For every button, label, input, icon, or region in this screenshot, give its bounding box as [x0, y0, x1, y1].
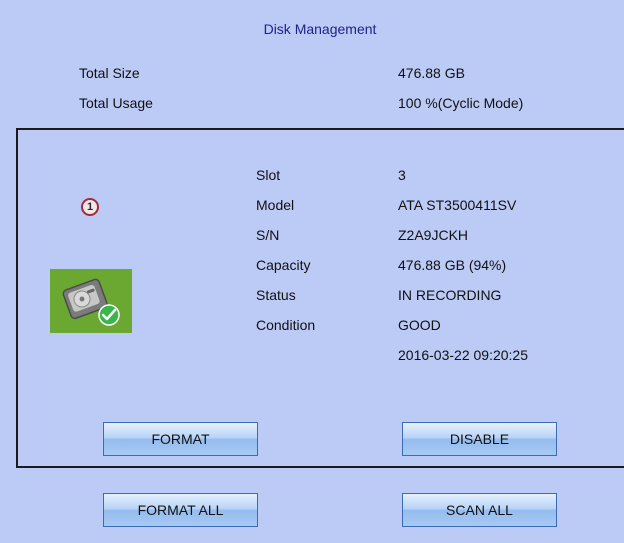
serial-number-value: Z2A9JCKH: [398, 227, 469, 243]
format-button[interactable]: FORMAT: [103, 422, 258, 456]
total-size-label: Total Size: [79, 65, 140, 81]
capacity-value: 476.88 GB (94%): [398, 257, 507, 273]
total-usage-value: 100 %(Cyclic Mode): [398, 95, 524, 111]
slot-value: 3: [398, 167, 406, 183]
serial-number-label: S/N: [256, 227, 280, 243]
scan-all-button[interactable]: SCAN ALL: [402, 493, 557, 527]
total-usage-label: Total Usage: [79, 95, 153, 111]
timestamp-value: 2016-03-22 09:20:25: [398, 347, 528, 363]
disk-management-window: Disk Management Total Size 476.88 GB Tot…: [0, 0, 624, 543]
hard-drive-icon[interactable]: [50, 269, 132, 333]
status-value: IN RECORDING: [398, 287, 502, 303]
total-size-value: 476.88 GB: [398, 65, 465, 81]
model-label: Model: [256, 197, 295, 213]
disable-button[interactable]: DISABLE: [402, 422, 557, 456]
status-label: Status: [256, 287, 296, 303]
slot-label: Slot: [256, 167, 281, 183]
condition-label: Condition: [256, 317, 316, 333]
capacity-label: Capacity: [256, 257, 311, 273]
disk-number-icon: 1: [81, 198, 99, 216]
page-title: Disk Management: [263, 21, 377, 37]
format-all-button[interactable]: FORMAT ALL: [103, 493, 258, 527]
checkmark-icon: [98, 304, 120, 326]
model-value: ATA ST3500411SV: [398, 197, 517, 213]
condition-value: GOOD: [398, 317, 441, 333]
